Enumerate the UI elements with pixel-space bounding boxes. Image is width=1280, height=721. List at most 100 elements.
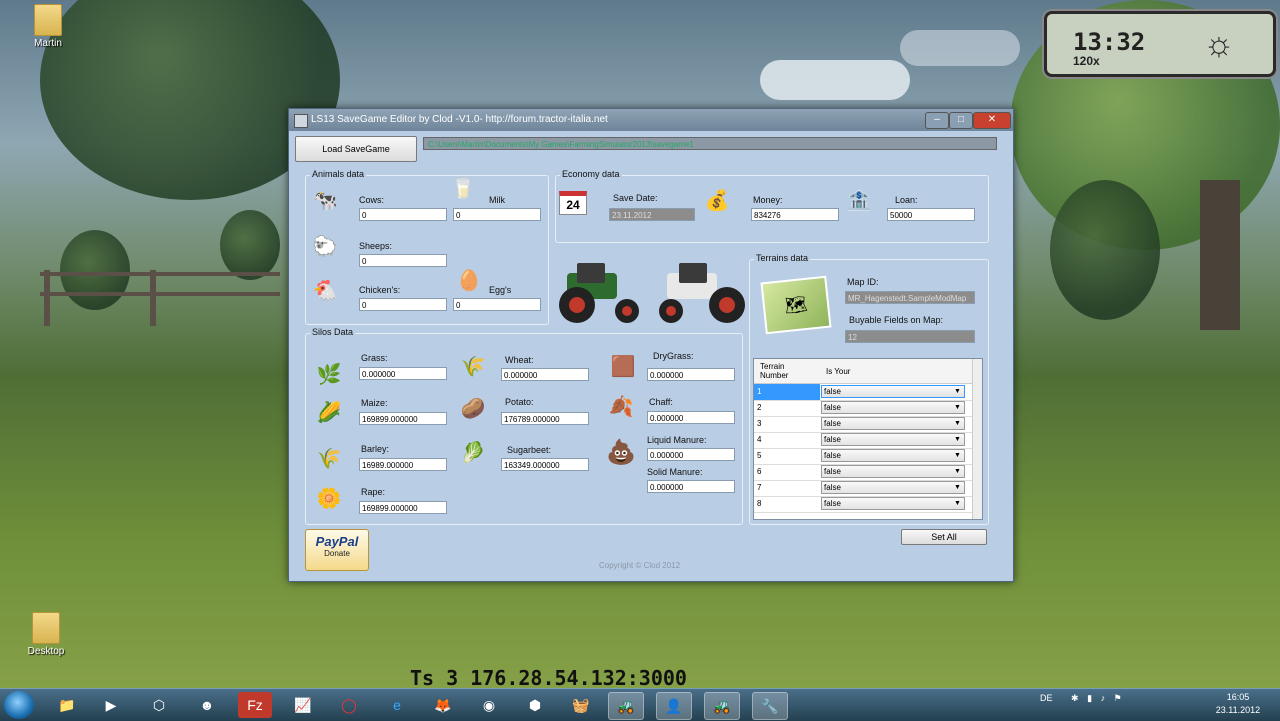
maize-icon: 🌽 [316, 402, 342, 424]
terrain-number: 8 [757, 499, 762, 508]
tree [220, 210, 280, 280]
potato-input[interactable]: 176789.000000 [501, 412, 589, 425]
map-icon: 🗺 [760, 275, 832, 335]
sheeps-input[interactable]: 0 [359, 254, 447, 267]
maize-input[interactable]: 169899.000000 [359, 412, 447, 425]
bluetooth-icon[interactable]: ✱ [1071, 693, 1079, 703]
solid-manure-input[interactable]: 0.000000 [647, 480, 735, 493]
terrain-row[interactable]: 5 false ▼ [754, 448, 972, 465]
terrain-row[interactable]: 3 false ▼ [754, 416, 972, 433]
folder-icon [32, 612, 60, 644]
terrain-row[interactable]: 4 false ▼ [754, 432, 972, 449]
is-your-dropdown[interactable]: false ▼ [821, 433, 965, 446]
network-icon[interactable]: ▮ [1087, 693, 1092, 703]
maximize-button[interactable]: □ [949, 112, 973, 129]
loan-input[interactable]: 50000 [887, 208, 975, 221]
internet-explorer-taskbar-icon[interactable]: e [380, 692, 414, 718]
terrain-row[interactable]: 1 false ▼ [754, 384, 972, 401]
terrain-number: 5 [757, 451, 762, 460]
milk-input[interactable]: 0 [453, 208, 541, 221]
window-titlebar[interactable]: LS13 SaveGame Editor by Clod -V1.0- http… [289, 109, 1013, 131]
eggs-label: Egg's [489, 285, 512, 295]
chrome-taskbar-icon[interactable]: ◉ [472, 692, 506, 718]
grass-input[interactable]: 0.000000 [359, 367, 447, 380]
is-your-dropdown[interactable]: false ▼ [821, 449, 965, 462]
tree [60, 230, 130, 310]
cows-input[interactable]: 0 [359, 208, 447, 221]
barley-input[interactable]: 16989.000000 [359, 458, 447, 471]
is-your-dropdown[interactable]: false ▼ [821, 481, 965, 494]
is-your-dropdown[interactable]: false ▼ [821, 497, 965, 510]
language-indicator[interactable]: DE [1040, 693, 1053, 703]
desktop-icon-label: Desktop [27, 646, 65, 657]
folder-icon [34, 4, 62, 36]
is-your-dropdown[interactable]: false ▼ [821, 385, 965, 398]
paypal-donate-button[interactable]: PayPal Donate [305, 529, 369, 571]
sugarbeet-input[interactable]: 163349.000000 [501, 458, 589, 471]
chaff-input[interactable]: 0.000000 [647, 411, 735, 424]
taskbar: 📁 ▶ ⬡ ☻ Fz 📈 ◯ e 🦊 ◉ ⬢ 🧺 🚜 👤 🚜 🔧 DE ✱ ▮ … [0, 688, 1280, 721]
flag-icon[interactable]: ⚑ [1114, 693, 1122, 703]
barley-icon: 🌾 [316, 448, 342, 470]
media-player-taskbar-icon[interactable]: ▶ [94, 692, 128, 718]
desktop-icon-label: Martin [34, 38, 62, 49]
chat-taskbar-icon[interactable]: ☻ [190, 692, 224, 718]
chevron-down-icon: ▼ [954, 436, 961, 443]
is-your-dropdown[interactable]: false ▼ [821, 417, 965, 430]
grid-col-terrain-number: Terrain Number [760, 362, 789, 380]
chickens-input[interactable]: 0 [359, 298, 447, 311]
savegame-path-field: C:\Users\Martin\Documents\My Games\Farmi… [423, 137, 997, 150]
bank-icon: 🏦 [846, 190, 872, 212]
drygrass-input[interactable]: 0.000000 [647, 368, 735, 381]
tool-taskbar-icon[interactable]: 🔧 [752, 692, 788, 720]
chicken-icon: 🐔 [312, 280, 338, 302]
terrain-row[interactable]: 2 false ▼ [754, 400, 972, 417]
avatar-app-taskbar-icon[interactable]: 👤 [656, 692, 692, 720]
fence [40, 292, 280, 296]
terrain-number: 2 [757, 403, 762, 412]
cloud [760, 60, 910, 100]
opera-taskbar-icon[interactable]: ◯ [332, 692, 366, 718]
wheat-input[interactable]: 0.000000 [501, 368, 589, 381]
map-id-field: MR_Hagenstedt.SampleModMap [845, 291, 975, 304]
tree-trunk [1200, 180, 1240, 330]
savegame-editor-taskbar-icon[interactable]: 🚜 [608, 692, 644, 720]
money-input[interactable]: 834276 [751, 208, 839, 221]
terrain-row[interactable]: 8 false ▼ [754, 496, 972, 513]
terrain-row[interactable]: 6 false ▼ [754, 464, 972, 481]
app-taskbar-icon[interactable]: ⬢ [518, 692, 552, 718]
sun-icon: ☼ [1203, 25, 1235, 63]
terrain-row[interactable]: 7 false ▼ [754, 480, 972, 497]
cows-label: Cows: [359, 195, 385, 205]
egg-icon: 🥚 [456, 270, 482, 292]
game-taskbar-icon[interactable]: 🧺 [564, 692, 598, 718]
taskbar-clock[interactable]: 16:05 23.11.2012 [1206, 691, 1270, 717]
manure-icon: 💩 [606, 439, 636, 466]
firefox-taskbar-icon[interactable]: 🦊 [426, 692, 460, 718]
solid-manure-label: Solid Manure: [647, 467, 703, 477]
desktop-icon-user[interactable]: Martin [18, 4, 78, 49]
grid-scrollbar[interactable] [972, 359, 982, 519]
load-savegame-button[interactable]: Load SaveGame [295, 136, 417, 162]
savegame-editor-window: LS13 SaveGame Editor by Clod -V1.0- http… [288, 108, 1014, 582]
filezilla-taskbar-icon[interactable]: Fz [238, 692, 272, 718]
chart-app-taskbar-icon[interactable]: 📈 [286, 692, 320, 718]
volume-icon[interactable]: ♪ [1101, 693, 1106, 703]
animals-title: Animals data [310, 169, 367, 179]
is-your-dropdown[interactable]: false ▼ [821, 465, 965, 478]
grass-icon: 🌿 [316, 364, 342, 386]
set-all-button[interactable]: Set All [901, 529, 987, 545]
minimize-button[interactable]: – [925, 112, 949, 129]
liquid-manure-input[interactable]: 0.000000 [647, 448, 735, 461]
explorer-taskbar-icon[interactable]: 📁 [50, 692, 84, 718]
rape-input[interactable]: 169899.000000 [359, 501, 447, 514]
is-your-dropdown[interactable]: false ▼ [821, 401, 965, 414]
close-button[interactable]: ✕ [973, 112, 1011, 129]
farming-simulator-taskbar-icon[interactable]: 🚜 [704, 692, 740, 720]
cube-app-taskbar-icon[interactable]: ⬡ [142, 692, 176, 718]
eggs-input[interactable]: 0 [453, 298, 541, 311]
barley-label: Barley: [361, 444, 390, 454]
start-button[interactable] [4, 691, 34, 719]
desktop-icon-desktop[interactable]: Desktop [16, 612, 76, 657]
cow-icon: 🐄 [312, 190, 338, 212]
